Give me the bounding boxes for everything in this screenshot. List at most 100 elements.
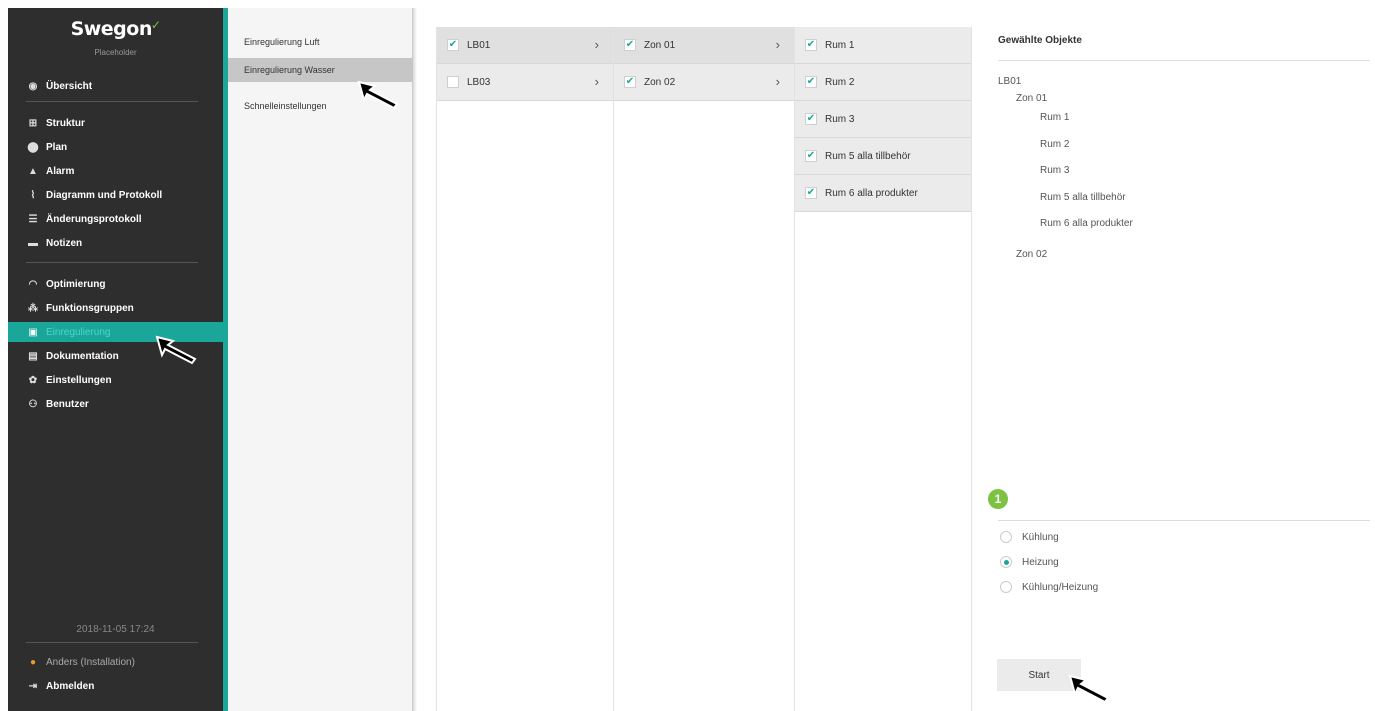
checkbox-unchecked[interactable] — [447, 76, 459, 88]
item-label: Rum 5 alla tillbehör — [825, 150, 911, 162]
checkbox-checked[interactable]: ✔ — [447, 39, 459, 51]
radio-dot — [1003, 559, 1009, 565]
item-label: Rum 1 — [825, 39, 855, 51]
sidebar-item-einstellungen[interactable]: ✿ Einstellungen — [8, 370, 223, 390]
logout-icon: ⇥ — [28, 680, 38, 692]
submenu-item-label: Einregulierung Luft — [244, 37, 320, 47]
sidebar-item-plan[interactable]: ⬤ Plan — [8, 137, 223, 157]
sidebar-item-label: Optimierung — [46, 278, 106, 290]
map-pin-icon: ⬤ — [27, 141, 39, 153]
checkbox-checked[interactable]: ✔ — [805, 39, 817, 51]
mode-divider — [998, 520, 1370, 521]
user-icon: ● — [29, 656, 37, 668]
item-label: Rum 2 — [825, 76, 855, 88]
item-label: Rum 3 — [825, 113, 855, 125]
sidebar-divider — [26, 101, 198, 102]
item-label: LB01 — [467, 39, 491, 51]
units-column: ✔ LB01 › LB03 › — [436, 27, 613, 711]
checkbox-checked[interactable]: ✔ — [805, 76, 817, 88]
list-item-zon02[interactable]: ✔ Zon 02 › — [614, 64, 794, 101]
submenu-item-label: Einregulierung Wasser — [244, 65, 335, 75]
tree-zone: Zon 01 — [1016, 93, 1048, 104]
sidebar-item-alarm[interactable]: ▲ Alarm — [8, 161, 223, 181]
tree-zone: Zon 02 — [1016, 249, 1048, 260]
sidebar-item-struktur[interactable]: ⊞ Struktur — [8, 113, 223, 133]
checkbox-checked[interactable]: ✔ — [624, 39, 636, 51]
sidebar-item-label: Dokumentation — [46, 350, 119, 362]
sidebar-item-aenderungsprotokoll[interactable]: ☰ Änderungsprotokoll — [8, 209, 223, 229]
structure-icon: ⊞ — [28, 117, 38, 129]
eye-icon: ◉ — [28, 80, 38, 92]
checkbox-checked[interactable]: ✔ — [805, 187, 817, 199]
sidebar-item-label: Übersicht — [46, 80, 93, 92]
radio-button[interactable] — [1000, 581, 1012, 593]
submenu: Einregulierung Luft Einregulierung Wasse… — [228, 8, 413, 711]
logout-button[interactable]: ⇥ Abmelden — [8, 676, 223, 696]
list-item-zon01[interactable]: ✔ Zon 01 › — [614, 27, 794, 64]
submenu-shadow — [413, 8, 417, 711]
zones-column: ✔ Zon 01 › ✔ Zon 02 › — [613, 27, 794, 711]
checkbox-checked[interactable]: ✔ — [805, 150, 817, 162]
cursor-arrow-icon — [155, 335, 197, 365]
step-badge: 1 — [988, 489, 1008, 509]
panel-title: Gewählte Objekte — [998, 35, 1082, 46]
sidebar-item-notizen[interactable]: ▬ Notizen — [8, 233, 223, 253]
radio-heizung[interactable]: Heizung — [1000, 556, 1059, 568]
sidebar-item-label: Einstellungen — [46, 374, 112, 386]
tree-unit: LB01 — [998, 76, 1022, 87]
list-item-lb01[interactable]: ✔ LB01 › — [437, 27, 613, 64]
logo-subtitle: Placeholder — [94, 48, 137, 57]
item-label: Rum 6 alla produkter — [825, 187, 918, 199]
tree-room: Rum 6 alla produkter — [1040, 218, 1133, 229]
submenu-item-label: Schnelleinstellungen — [244, 101, 327, 111]
checkbox-checked[interactable]: ✔ — [624, 76, 636, 88]
gear-icon: ✿ — [28, 374, 38, 386]
sidebar-item-uebersicht[interactable]: ◉ Übersicht — [8, 76, 223, 96]
note-icon: ▬ — [28, 237, 38, 249]
checkbox-checked[interactable]: ✔ — [805, 113, 817, 125]
document-icon: ▤ — [28, 350, 38, 362]
chevron-right-icon: › — [775, 37, 780, 52]
submenu-item-wasser[interactable]: Einregulierung Wasser — [228, 58, 413, 82]
user-label: Anders (Installation) — [46, 656, 135, 668]
list-icon: ☰ — [28, 213, 38, 225]
balance-icon: ▣ — [28, 326, 38, 338]
selected-objects-panel: Gewählte Objekte LB01 Zon 01 Rum 1 Rum 2… — [984, 27, 1375, 711]
radio-kuehlung[interactable]: Kühlung — [1000, 531, 1059, 543]
sidebar-item-diagramm[interactable]: ⌇ Diagramm und Protokoll — [8, 185, 223, 205]
radio-kuehlung-heizung[interactable]: Kühlung/Heizung — [1000, 581, 1098, 593]
radio-button-selected[interactable] — [1000, 556, 1012, 568]
sidebar-item-label: Änderungsprotokoll — [46, 213, 142, 225]
chevron-right-icon: › — [594, 37, 599, 52]
list-item-rum1[interactable]: ✔ Rum 1 — [795, 27, 971, 64]
current-user[interactable]: ● Anders (Installation) — [8, 652, 223, 672]
sidebar-item-label: Funktionsgruppen — [46, 302, 134, 314]
submenu-item-luft[interactable]: Einregulierung Luft — [228, 30, 413, 54]
swegon-logo: Swegon✓ — [70, 18, 161, 40]
chevron-right-icon: › — [594, 74, 599, 89]
sidebar-timestamp: 2018-11-05 17:24 — [76, 624, 155, 635]
radio-label: Heizung — [1022, 556, 1059, 568]
panel-divider — [998, 60, 1370, 61]
sidebar-item-label: Notizen — [46, 237, 83, 249]
list-item-rum2[interactable]: ✔ Rum 2 — [795, 64, 971, 101]
list-item-rum6[interactable]: ✔ Rum 6 alla produkter — [795, 175, 971, 212]
item-label: LB03 — [467, 76, 491, 88]
radio-button[interactable] — [1000, 531, 1012, 543]
rooms-column: ✔ Rum 1 ✔ Rum 2 ✔ Rum 3 ✔ Rum 5 alla til… — [794, 27, 972, 711]
list-item-rum5[interactable]: ✔ Rum 5 alla tillbehör — [795, 138, 971, 175]
radio-label: Kühlung/Heizung — [1022, 581, 1099, 593]
sidebar-item-optimierung[interactable]: ◠ Optimierung — [8, 274, 223, 294]
bell-icon: ▲ — [28, 165, 38, 177]
sidebar-divider — [26, 262, 198, 263]
sidebar-item-label: Benutzer — [46, 398, 89, 410]
cursor-arrow-icon — [1068, 674, 1110, 704]
sidebar-item-label: Plan — [46, 141, 68, 153]
list-item-lb03[interactable]: LB03 › — [437, 64, 613, 101]
sidebar-item-benutzer[interactable]: ⚇ Benutzer — [8, 394, 223, 414]
list-item-rum3[interactable]: ✔ Rum 3 — [795, 101, 971, 138]
sidebar-item-funktionsgruppen[interactable]: ⁂ Funktionsgruppen — [8, 298, 223, 318]
item-label: Zon 01 — [644, 39, 676, 51]
logout-label: Abmelden — [46, 680, 95, 692]
chart-icon: ⌇ — [30, 189, 36, 201]
